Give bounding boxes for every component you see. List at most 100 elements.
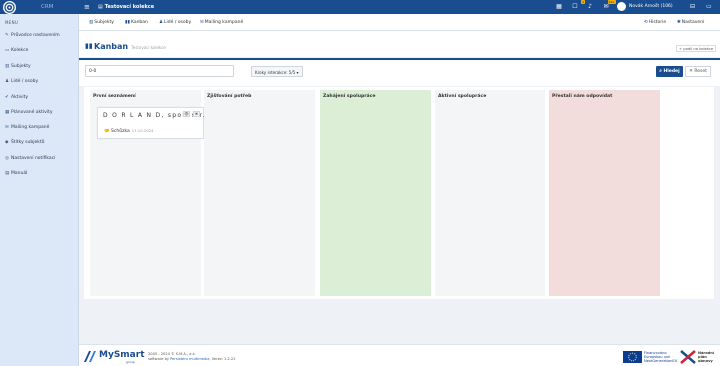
- gear-icon: ✱: [677, 20, 681, 25]
- sidebar-item-tags[interactable]: ◆ Štítky subjektů: [5, 140, 44, 145]
- kanban-column-stopped-responding: Přestali nám odpovídat: [549, 90, 660, 296]
- tab-kanban[interactable]: ▮▮Kanban: [125, 20, 148, 25]
- apps-icon[interactable]: ⊟: [690, 3, 695, 10]
- search-button[interactable]: ⌕ Hledej: [656, 66, 683, 77]
- kanban-column-empty: [664, 90, 712, 296]
- column-title: Zjišťování potřeb: [207, 94, 252, 99]
- npo-text: Národní plán obnovy: [698, 351, 714, 363]
- collection-title[interactable]: ▤ Testovací kolekce: [98, 4, 154, 10]
- page-title: Kanban: [94, 42, 129, 51]
- sidebar-item-mailing[interactable]: ✉ Mailing kampaně: [5, 125, 49, 130]
- sidebar-item-label: Mailing kampaně: [11, 125, 50, 130]
- mysmart-logo-icon: [84, 351, 96, 362]
- handshake-icon: 🤝: [104, 129, 110, 134]
- history-icon: ⟲: [644, 20, 648, 25]
- add-to-collection-button[interactable]: + podíl na kolekce: [676, 45, 717, 52]
- window-icon[interactable]: ▭: [706, 3, 712, 10]
- page-subtitle: Testovací kolekce: [131, 45, 166, 50]
- sidebar-item-notifications[interactable]: ◎ Nastavení notifikací: [5, 156, 55, 161]
- filter-bar: 0-0 Kroky interakce: 5/5 ▾ ⌕ Hledej ✕ Re…: [79, 58, 720, 86]
- chevron-down-icon: ▾: [296, 70, 299, 75]
- sidebar-item-activities[interactable]: ✔ Aktivity: [5, 95, 28, 100]
- tab-subjects[interactable]: ▥Subjekty: [89, 20, 114, 25]
- search-input[interactable]: 0-0: [85, 65, 234, 77]
- sidebar-item-label: Subjekty: [11, 64, 31, 69]
- column-title: Zahájení spolupráce: [323, 94, 376, 99]
- tab-label: Subjekty: [94, 20, 114, 25]
- powered-prefix: software by: [148, 357, 169, 361]
- column-title: Aktivní spolupráce: [438, 94, 487, 99]
- view-icon[interactable]: 👁: [183, 111, 190, 117]
- sidebar-item-subjects[interactable]: ▥ Subjekty: [5, 64, 31, 69]
- kanban-column-start-cooperation: Zahájení spolupráce: [320, 90, 431, 296]
- sub-navigation: ▥Subjekty ▮▮Kanban ♟Lidé / osoby ✉Mailin…: [79, 14, 720, 31]
- crm-logo-icon[interactable]: [3, 1, 16, 14]
- column-title: Přestali nám odpovídat: [552, 94, 613, 99]
- person-icon: ♟: [159, 20, 164, 25]
- footer: MySmart group 2005 - 2024 © S.M.A., a.s.…: [79, 344, 720, 366]
- gift-icon[interactable]: ☐ 4: [570, 0, 585, 12]
- interaction-steps-select[interactable]: Kroky interakce: 5/5 ▾: [251, 66, 303, 77]
- event-label: Schůzka: [111, 129, 130, 134]
- calendar-icon[interactable]: ▦: [554, 2, 564, 12]
- message-badge: 99+: [607, 0, 616, 4]
- eu-line-3: NextGenerationEU: [644, 359, 678, 363]
- sidebar-item-label: Manuál: [11, 171, 28, 176]
- tab-label: Kanban: [130, 20, 148, 25]
- top-bar: CRM ≡ ▤ Testovací kolekce ▦ ☐ 4 ♪ ✉ 99+ Nov…: [0, 0, 720, 14]
- sidebar-item-guide[interactable]: ✎ Průvodce nastavením: [5, 33, 60, 38]
- history-link[interactable]: ⟲Historie: [644, 20, 666, 25]
- sidebar-item-label: Lidé / osoby: [11, 79, 39, 84]
- eu-flag-icon: [623, 351, 642, 363]
- tab-label: Lidé / osoby: [164, 20, 192, 25]
- footer-copyright: 2005 - 2024 © S.M.A., a.s. software by P…: [148, 352, 236, 362]
- sidebar-item-manual[interactable]: ▤ Manuál: [5, 171, 27, 176]
- kanban-icon: ▮▮: [125, 20, 130, 25]
- close-icon: ✕: [689, 69, 693, 74]
- delete-icon[interactable]: ✖: [193, 111, 200, 117]
- sidebar-item-label: Průvodce nastavením: [11, 33, 60, 38]
- kanban-column-first-meeting: První seznámení D O R L A N D, spol. s r…: [90, 90, 213, 296]
- sidebar-item-label: Plánované aktivity: [11, 110, 53, 115]
- settings-label: Nastavení: [681, 20, 705, 25]
- npo-line-3: obnovy: [698, 359, 713, 363]
- npo-logo-icon: [680, 350, 696, 364]
- kanban-column-active-cooperation: Aktivní spolupráce: [435, 90, 545, 296]
- settings-link[interactable]: ✱Nastavení: [677, 20, 704, 25]
- column-title: První seznámení: [93, 94, 136, 99]
- collection-icon: ▤: [98, 4, 103, 10]
- sidebar-item-label: Kolekce: [11, 48, 29, 53]
- avatar: [617, 2, 626, 11]
- card-event[interactable]: 🤝 Schůzka 17.10.2024: [104, 128, 153, 134]
- search-icon: ⌕: [659, 69, 662, 74]
- kanban-card[interactable]: D O R L A N D, spol. s r.o. 👁 ✖ 🤝 Schůzk…: [97, 107, 213, 139]
- powered-link[interactable]: Persistent multimedia: [170, 357, 209, 361]
- tab-mailing[interactable]: ✉Mailing kampaně: [200, 20, 243, 25]
- user-name: Novák Arnošt (106): [629, 4, 673, 9]
- kanban-board: První seznámení D O R L A N D, spol. s r…: [84, 87, 714, 299]
- sidebar-item-people[interactable]: ♟ Lidé / osoby: [5, 79, 38, 84]
- reset-button[interactable]: ✕ Reset: [685, 66, 711, 77]
- footer-brand-sub: group: [126, 360, 135, 364]
- sidebar-item-label: Nastavení notifikací: [11, 156, 56, 161]
- hamburger-menu-icon[interactable]: ≡: [84, 3, 90, 11]
- search-button-label: Hledej: [663, 69, 680, 74]
- reset-button-label: Reset: [694, 69, 707, 74]
- eu-funding-text: Financováno Evropskou unií NextGeneratio…: [644, 351, 677, 363]
- app-name: CRM: [41, 4, 54, 10]
- sidebar-item-planned[interactable]: ▦ Plánované aktivity: [5, 110, 53, 115]
- sidebar-item-label: Aktivity: [11, 95, 29, 100]
- bell-icon[interactable]: ♪: [585, 2, 595, 12]
- message-icon[interactable]: ✉ 99+: [601, 0, 616, 12]
- select-label: Kroky interakce: 5/5: [255, 70, 296, 75]
- version-text: , Verze: 1.2.22: [209, 357, 236, 361]
- collection-title-label: Testovací kolekce: [104, 4, 155, 10]
- page-header: ▮▮ Kanban Testovací kolekce + podíl na k…: [79, 31, 720, 57]
- sidebar: MENU ✎ Průvodce nastavením ▭ Kolekce ▥ Subj…: [0, 14, 79, 366]
- sidebar-item-collections[interactable]: ▭ Kolekce: [5, 48, 28, 53]
- history-label: Historie: [648, 20, 667, 25]
- tab-people[interactable]: ♟Lidé / osoby: [159, 20, 191, 25]
- footer-brand: MySmart: [99, 350, 145, 360]
- mail-icon: ✉: [200, 20, 204, 25]
- menu-heading: MENU: [5, 20, 19, 25]
